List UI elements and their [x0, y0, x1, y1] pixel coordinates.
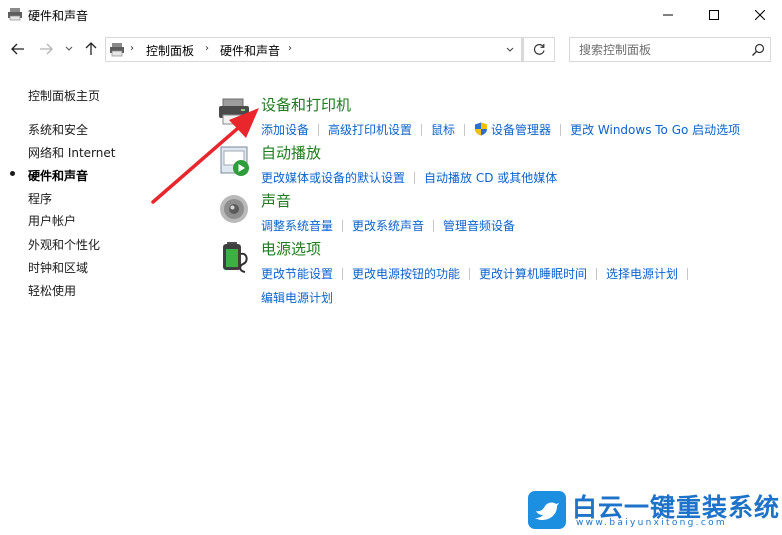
recent-locations-button[interactable] [63, 40, 75, 58]
link-power-button-function[interactable]: 更改电源按钮的功能 [352, 267, 460, 281]
maximize-icon [709, 10, 719, 20]
category-title-power-options[interactable]: 电源选项 [261, 238, 321, 259]
sidebar-item-clock-region[interactable]: 时钟和区域 [28, 259, 88, 276]
hardware-sound-icon [8, 8, 22, 21]
link-advanced-printer-setup[interactable]: 高级打印机设置 [328, 123, 412, 137]
link-change-default-media[interactable]: 更改媒体或设备的默认设置 [261, 171, 405, 185]
close-button[interactable] [737, 0, 782, 30]
sidebar-item-hardware-sound[interactable]: 硬件和声音 [28, 167, 88, 184]
arrow-up-icon [85, 42, 97, 55]
watermark: 白云一键重装系统 www.baiyunxitong.com [528, 488, 779, 532]
sidebar-item-system-security[interactable]: 系统和安全 [28, 121, 88, 138]
link-choose-power-plan[interactable]: 选择电源计划 [606, 267, 678, 281]
refresh-icon [533, 43, 545, 55]
chevron-right-icon[interactable]: › [288, 43, 292, 54]
separator [469, 268, 471, 280]
link-sleep-time[interactable]: 更改计算机睡眠时间 [479, 267, 587, 281]
search-input[interactable] [570, 38, 748, 61]
battery-icon [223, 242, 248, 273]
search-icon[interactable] [750, 42, 766, 58]
minimize-button[interactable] [645, 0, 691, 30]
breadcrumb-hardware-sound[interactable]: 硬件和声音 [220, 42, 280, 59]
back-button[interactable] [9, 40, 27, 58]
bird-logo-icon [528, 491, 566, 529]
refresh-button[interactable] [523, 37, 555, 62]
sidebar-item-appearance[interactable]: 外观和个性化 [28, 236, 100, 253]
sidebar-item-network-internet[interactable]: 网络和 Internet [28, 144, 115, 161]
separator [464, 124, 466, 136]
sidebar-item-user-accounts[interactable]: 用户帐户 [28, 212, 76, 229]
navigation-bar: › 控制面板 › 硬件和声音 › [0, 33, 782, 67]
link-autoplay-cd[interactable]: 自动播放 CD 或其他媒体 [424, 171, 557, 185]
link-device-manager[interactable]: 设备管理器 [491, 123, 551, 137]
breadcrumb-control-panel[interactable]: 控制面板 [146, 42, 194, 59]
link-adjust-volume[interactable]: 调整系统音量 [261, 219, 333, 233]
chevron-right-icon[interactable]: › [205, 43, 209, 54]
arrow-right-icon [40, 43, 53, 55]
title-bar: 硬件和声音 [0, 0, 782, 30]
category-links: 更改媒体或设备的默认设置 自动播放 CD 或其他媒体 [261, 166, 761, 190]
address-dropdown-button[interactable] [498, 37, 522, 62]
search-box[interactable] [569, 37, 771, 62]
category-links: 更改节能设置 更改电源按钮的功能 更改计算机睡眠时间 选择电源计划编辑电源计划 [261, 262, 761, 310]
link-mouse[interactable]: 鼠标 [431, 123, 455, 137]
sidebar-item-ease-of-access[interactable]: 轻松使用 [28, 282, 76, 299]
maximize-button[interactable] [691, 0, 737, 30]
sidebar-item-programs[interactable]: 程序 [28, 190, 52, 207]
separator [318, 124, 320, 136]
link-change-sounds[interactable]: 更改系统声音 [352, 219, 424, 233]
chevron-right-icon[interactable]: › [130, 43, 134, 54]
control-panel-icon [110, 43, 124, 57]
separator [560, 124, 562, 136]
category-links: 调整系统音量 更改系统声音 管理音频设备 [261, 214, 761, 238]
separator [414, 172, 416, 184]
window-title: 硬件和声音 [28, 9, 89, 23]
separator [687, 268, 689, 280]
separator [342, 268, 344, 280]
link-edit-power-plan[interactable]: 编辑电源计划 [261, 291, 333, 305]
address-bar[interactable]: › 控制面板 › 硬件和声音 › [105, 37, 523, 62]
chevron-down-icon [65, 46, 73, 51]
arrow-left-icon [11, 43, 24, 55]
link-manage-audio-devices[interactable]: 管理音频设备 [443, 219, 515, 233]
annotation-arrow-icon [151, 108, 259, 204]
minimize-icon [663, 14, 673, 16]
watermark-url: www.baiyunxitong.com [576, 518, 727, 528]
chevron-down-icon [506, 47, 513, 52]
up-button[interactable] [82, 40, 100, 58]
separator [433, 220, 435, 232]
sidebar-home-link[interactable]: 控制面板主页 [28, 87, 100, 104]
separator [342, 220, 344, 232]
close-icon [755, 10, 765, 20]
shield-icon [475, 122, 488, 136]
link-change-power-saving[interactable]: 更改节能设置 [261, 267, 333, 281]
active-bullet [10, 171, 15, 176]
separator [421, 124, 423, 136]
separator [596, 268, 598, 280]
category-links: 添加设备 高级打印机设置 鼠标 设备管理器 更改 Windows To Go 启动选项 [261, 118, 761, 142]
link-windows-to-go[interactable]: 更改 Windows To Go 启动选项 [570, 123, 740, 137]
forward-button[interactable] [37, 40, 55, 58]
